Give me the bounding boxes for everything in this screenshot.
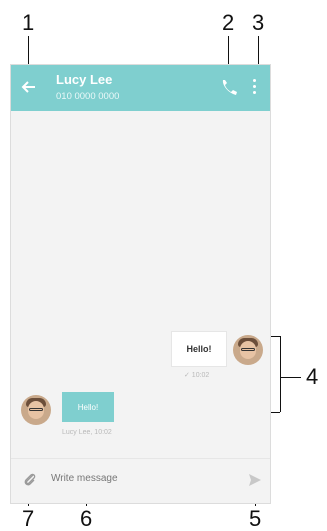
contact-avatar[interactable] (21, 395, 51, 425)
callout-3: 3 (252, 10, 265, 35)
attachment-icon[interactable] (21, 471, 39, 489)
callout-7: 7 (22, 506, 35, 531)
callout-4: 4 (306, 364, 319, 389)
my-avatar (233, 335, 263, 365)
contact-number: 010 0000 0000 (56, 91, 120, 102)
back-arrow-icon[interactable] (19, 77, 39, 97)
messaging-screen: Lucy Lee 010 0000 0000 Hello! ✓ 10:02 He… (10, 64, 271, 504)
callout-6: 6 (80, 506, 93, 531)
callout-2: 2 (222, 10, 235, 35)
contact-name: Lucy Lee (56, 72, 113, 87)
phone-call-icon[interactable] (218, 77, 240, 99)
incoming-message-text: Hello! (77, 402, 99, 412)
callout-5: 5 (249, 506, 262, 531)
incoming-message-bubble[interactable]: Hello! (62, 392, 114, 422)
message-composer: Write message (11, 458, 270, 503)
outgoing-message-status: ✓ 10:02 (184, 372, 210, 379)
send-icon[interactable] (247, 472, 263, 488)
app-bar: Lucy Lee 010 0000 0000 (11, 65, 270, 111)
outgoing-message-bubble[interactable]: Hello! (171, 331, 227, 367)
callout-1: 1 (22, 10, 35, 35)
incoming-message-status: Lucy Lee, 10:02 (62, 429, 112, 436)
callout-line-4 (281, 377, 301, 378)
callout-bracket-4-vert (280, 336, 281, 412)
overflow-menu-icon[interactable] (251, 79, 257, 97)
message-input[interactable]: Write message (51, 473, 118, 484)
outgoing-message-text: Hello! (186, 344, 212, 354)
